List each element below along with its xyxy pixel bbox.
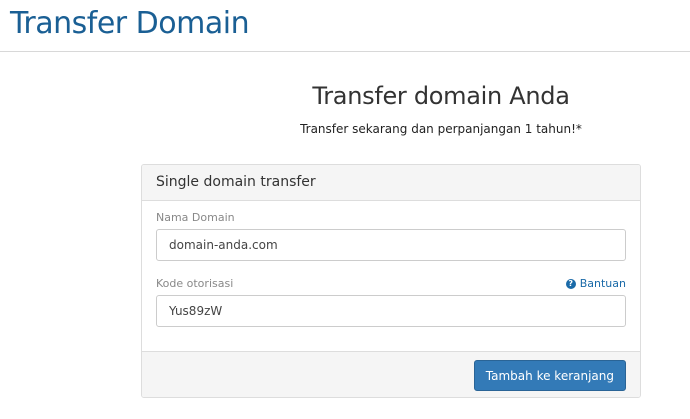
domain-name-label: Nama Domain bbox=[156, 211, 235, 224]
help-link-label: Bantuan bbox=[579, 277, 626, 290]
help-link[interactable]: ? Bantuan bbox=[565, 277, 626, 290]
hero-subtitle: Transfer sekarang dan perpanjangan 1 tah… bbox=[300, 122, 582, 136]
question-circle-icon: ? bbox=[565, 278, 576, 289]
panel-footer: Tambah ke keranjang bbox=[142, 351, 640, 397]
add-to-cart-button[interactable]: Tambah ke keranjang bbox=[473, 360, 626, 391]
page-title: Transfer Domain bbox=[10, 6, 250, 41]
panel-heading: Single domain transfer bbox=[142, 165, 640, 201]
panel-heading-title: Single domain transfer bbox=[156, 174, 316, 190]
page-header: Transfer Domain bbox=[0, 0, 690, 52]
hero-title: Transfer domain Anda bbox=[312, 82, 570, 110]
auth-code-label: Kode otorisasi bbox=[156, 277, 234, 290]
auth-code-input[interactable] bbox=[156, 295, 626, 327]
domain-name-input[interactable] bbox=[156, 229, 626, 261]
domain-transfer-panel: Single domain transfer Nama Domain Kode … bbox=[141, 164, 641, 398]
